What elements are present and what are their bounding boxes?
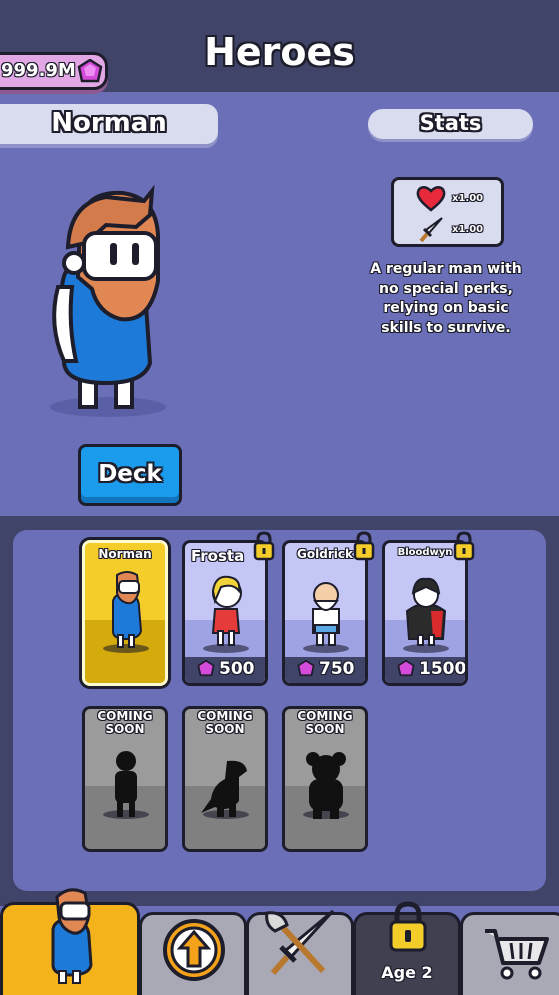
dinosaur-silhouette-icon — [201, 760, 247, 817]
hero-description: A regular man with no special perks, rel… — [370, 261, 522, 336]
hero-card-goldrick[interactable]: Goldrick 750 — [282, 540, 368, 686]
stats-header: Stats — [368, 109, 533, 139]
coming-soon-card: COMING SOON — [282, 706, 368, 852]
price-bar: 750 — [285, 657, 365, 683]
skeleton-silhouette-icon — [115, 751, 137, 817]
hp-multiplier: x1.00 — [452, 193, 484, 204]
up-arrow-icon — [163, 919, 225, 981]
age-label: Age 2 — [381, 963, 433, 982]
coming-soon-card: COMING SOON — [182, 706, 268, 852]
coming-soon-label: COMING SOON — [97, 709, 153, 736]
goldrick-sprite-icon — [312, 582, 340, 646]
lock-icon — [353, 531, 375, 561]
crossed-weapons-icon — [265, 909, 335, 975]
hero-price: 1500 — [419, 659, 467, 679]
tab-upgrades[interactable] — [139, 912, 247, 995]
norman-sprite-icon — [112, 571, 143, 648]
hero-card-frosta[interactable]: Frosta 500 — [182, 540, 268, 686]
hero-portrait — [50, 185, 166, 417]
bloodwyn-sprite-icon — [405, 577, 447, 646]
currency-counter[interactable]: 999.9M — [0, 52, 108, 90]
currency-amount: 999.9M — [1, 60, 76, 81]
lock-icon — [453, 531, 475, 561]
price-bar: 500 — [185, 657, 265, 683]
attack-multiplier: x1.00 — [452, 224, 484, 235]
gem-icon — [77, 59, 103, 83]
coming-soon-label: COMING SOON — [197, 709, 253, 736]
bear-silhouette-icon — [306, 752, 346, 819]
deck-button-label: Deck — [98, 461, 162, 487]
hero-card-name: Norman — [98, 547, 152, 561]
tab-shop[interactable] — [460, 912, 559, 995]
shopping-cart-icon — [485, 929, 549, 980]
bottom-nav: Age 2 — [0, 888, 559, 995]
hero-name: Norman — [51, 108, 167, 138]
lock-icon — [389, 901, 427, 952]
lock-icon — [253, 531, 275, 561]
hero-price: 750 — [319, 659, 355, 679]
tab-battle[interactable] — [246, 909, 354, 995]
sword-icon — [419, 217, 443, 243]
deck-button[interactable]: Deck — [78, 444, 182, 506]
stats-box: x1.00 x1.00 — [391, 177, 504, 247]
coming-soon-label: COMING SOON — [297, 709, 353, 736]
tab-heroes[interactable] — [0, 888, 140, 995]
gem-icon — [197, 660, 215, 677]
gem-icon — [397, 660, 415, 677]
hero-portrait-icon — [51, 888, 93, 984]
hero-card-norman[interactable]: Norman — [82, 540, 168, 686]
price-bar: 1500 — [385, 657, 465, 683]
tab-age[interactable]: Age 2 — [353, 901, 461, 995]
hero-price: 500 — [219, 659, 255, 679]
coming-soon-card: COMING SOON — [82, 706, 168, 852]
gem-icon — [297, 660, 315, 677]
hero-card-bloodwyn[interactable]: Bloodwyn 1500 — [382, 540, 468, 686]
hero-name-banner: Norman — [0, 104, 218, 144]
stats-label: Stats — [419, 111, 482, 135]
frosta-sprite-icon — [211, 575, 242, 646]
heart-icon — [416, 186, 446, 212]
